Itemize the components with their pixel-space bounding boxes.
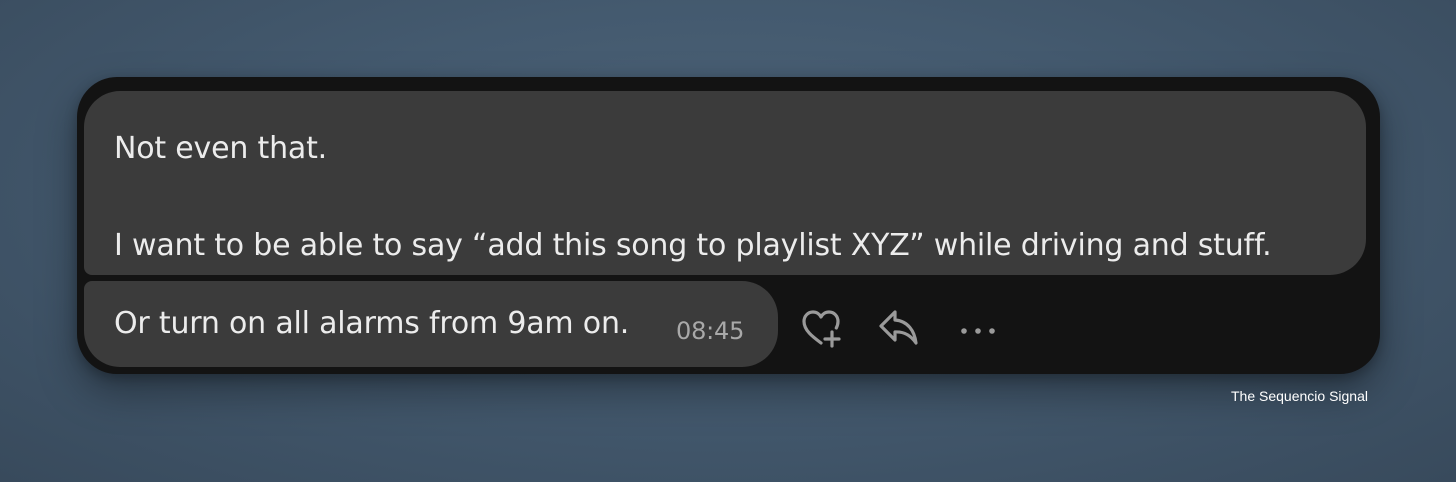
message-text-line: Not even that. xyxy=(114,131,327,166)
message-text-line: Or turn on all alarms from 9am on. xyxy=(114,306,630,341)
heart-plus-icon xyxy=(802,310,841,348)
more-options-button[interactable] xyxy=(953,305,1003,351)
message-bubble[interactable]: Not even that. I want to be able to say … xyxy=(84,91,1366,275)
message-timestamp: 08:45 xyxy=(676,317,745,345)
credit-text: The Sequencio Signal xyxy=(1231,388,1368,404)
reply-icon xyxy=(879,310,918,345)
add-reaction-button[interactable] xyxy=(797,305,847,351)
more-horizontal-icon xyxy=(961,328,995,334)
reply-button[interactable] xyxy=(874,305,924,351)
message-group-panel: Not even that. I want to be able to say … xyxy=(77,77,1380,374)
message-text-line: I want to be able to say “add this song … xyxy=(114,228,1272,263)
message-bubble[interactable]: Or turn on all alarms from 9am on. 08:45 xyxy=(84,281,778,367)
